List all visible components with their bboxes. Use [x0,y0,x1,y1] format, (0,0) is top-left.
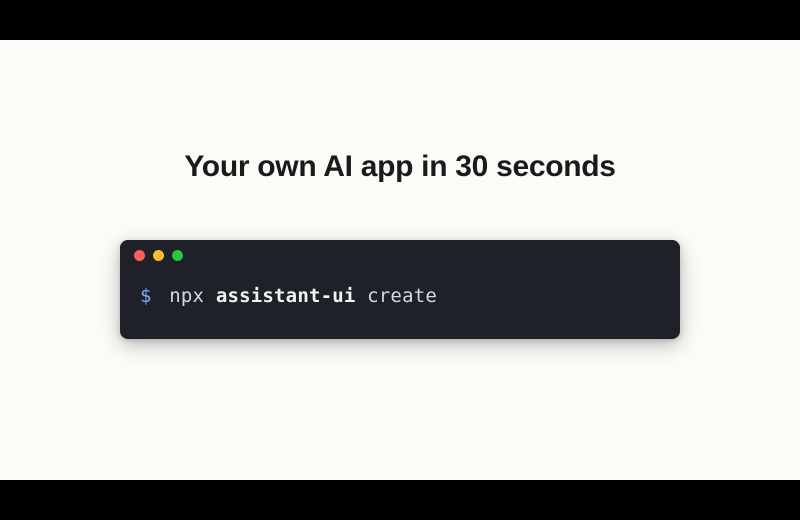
close-icon[interactable] [134,250,145,261]
slide-content: Your own AI app in 30 seconds $ npx assi… [0,40,800,480]
terminal-body[interactable]: $ npx assistant-ui create [120,270,680,339]
headline: Your own AI app in 30 seconds [184,150,615,184]
letterbox-bottom [0,480,800,520]
command-arg: create [367,285,437,307]
letterbox-top [0,0,800,40]
prompt-symbol: $ [140,285,152,307]
minimize-icon[interactable] [153,250,164,261]
command-package: assistant-ui [216,285,356,307]
video-frame: Your own AI app in 30 seconds $ npx assi… [0,0,800,520]
terminal-window: $ npx assistant-ui create [120,240,680,339]
terminal-titlebar [120,240,680,270]
command-binary: npx [169,285,204,307]
zoom-icon[interactable] [172,250,183,261]
